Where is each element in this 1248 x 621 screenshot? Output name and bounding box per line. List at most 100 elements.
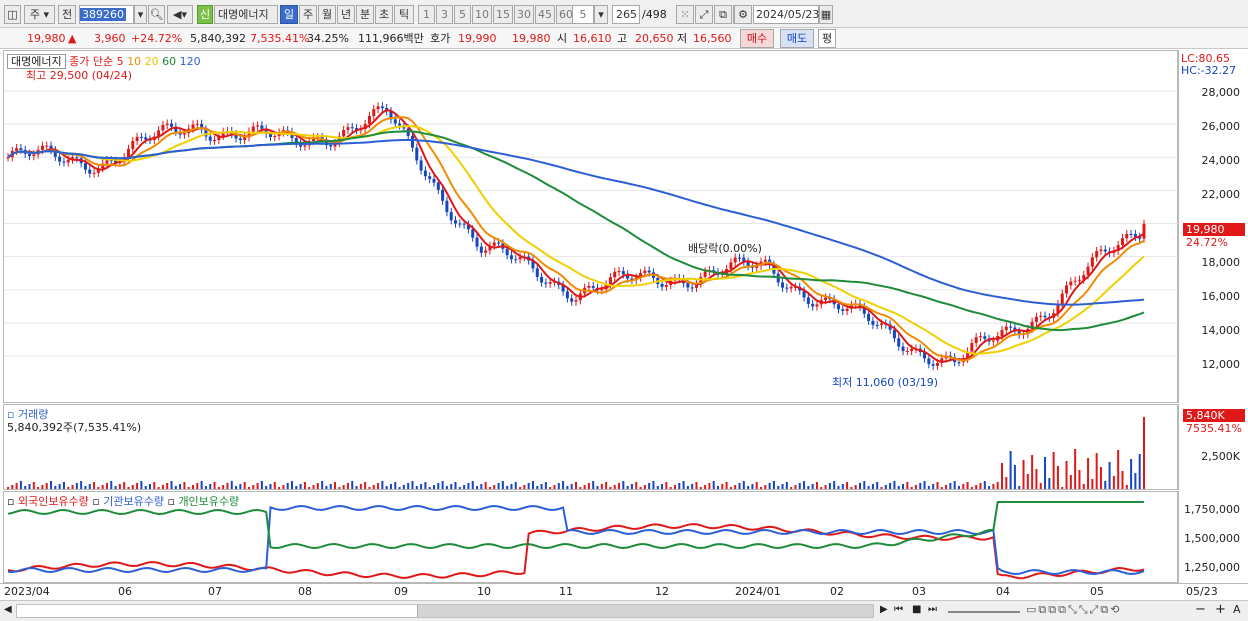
candle-body xyxy=(445,200,449,213)
volume-bar xyxy=(213,482,216,489)
volume-bar xyxy=(278,487,281,489)
volume-bar xyxy=(760,487,763,489)
candle-body xyxy=(393,119,397,124)
interval-1[interactable]: 1 xyxy=(418,5,435,24)
period-day[interactable]: 일 xyxy=(280,5,298,24)
candle-body xyxy=(733,257,737,263)
sell-button[interactable]: 매도 xyxy=(780,29,814,48)
interval-45[interactable]: 45 xyxy=(535,5,555,24)
count-total: /498 xyxy=(642,8,667,21)
speaker-icon[interactable]: ◀▾ xyxy=(167,5,193,24)
candle-body xyxy=(1099,249,1103,252)
candle-body xyxy=(208,136,212,141)
zoom-slider[interactable] xyxy=(948,611,1020,613)
holding-pane[interactable]: ▫ 외국인보유수량 ▫ 기관보유수량 ▫ 개인보유수량 xyxy=(3,491,1178,583)
volume-bar xyxy=(755,482,758,489)
interval-15[interactable]: 15 xyxy=(493,5,513,24)
candle-body xyxy=(165,123,169,125)
ma-120-label: 120 xyxy=(179,55,201,68)
market-select[interactable]: 주 ▾ xyxy=(24,5,55,24)
candle-body xyxy=(367,115,371,124)
calendar-icon[interactable]: ▦ xyxy=(819,5,833,24)
code-dropdown-icon[interactable]: ▾ xyxy=(134,5,147,24)
volume-bar xyxy=(1082,484,1085,489)
scrollbar-track[interactable] xyxy=(16,604,874,618)
first-page-icon[interactable]: ⏮ xyxy=(894,604,903,615)
candle-body xyxy=(785,287,789,289)
candle-body xyxy=(617,271,621,273)
price-y-label: 14,000 xyxy=(1201,324,1241,337)
scrollbar-thumb[interactable] xyxy=(417,605,873,617)
interval-10[interactable]: 10 xyxy=(472,5,492,24)
window-icon[interactable]: ◫ xyxy=(4,5,21,24)
search-icon[interactable]: 🔍︎ xyxy=(148,5,165,24)
price-y-label: 24,000 xyxy=(1201,154,1241,167)
period-year[interactable]: 년 xyxy=(337,5,355,24)
buy-button[interactable]: 매수 xyxy=(740,29,774,48)
period-second[interactable]: 초 xyxy=(375,5,393,24)
eval-button[interactable]: 평 xyxy=(818,29,836,48)
date-label: 04 xyxy=(996,585,1010,598)
interval-dropdown-icon[interactable]: ▾ xyxy=(594,5,608,24)
date-label: 2023/04 xyxy=(4,585,50,598)
candle-body xyxy=(380,106,384,109)
volume-bar xyxy=(953,481,956,489)
layout-icons[interactable]: ▭⧉⧉⧉⤡⤡⤢⧉⟲ xyxy=(1026,603,1121,617)
code-input[interactable]: 389260 xyxy=(79,5,134,24)
candle-body xyxy=(32,154,36,157)
candle-body xyxy=(62,161,66,163)
volume-bar xyxy=(28,484,31,489)
volume-bar xyxy=(536,486,539,489)
volume-bar xyxy=(923,481,926,489)
candle-body xyxy=(806,297,810,304)
interval-30[interactable]: 30 xyxy=(514,5,534,24)
crosshair-icon[interactable]: ⤢ xyxy=(695,5,713,24)
candle-body xyxy=(415,147,419,161)
period-month[interactable]: 월 xyxy=(318,5,336,24)
institution-legend: 기관보유수량 xyxy=(103,495,164,508)
volume-bar xyxy=(19,481,22,489)
period-tick[interactable]: 틱 xyxy=(394,5,414,24)
volume-bar xyxy=(488,487,491,489)
type-select[interactable]: 전 xyxy=(58,5,76,24)
market-label: 주 xyxy=(29,8,41,21)
date-input[interactable]: 2024/05/23 xyxy=(753,5,819,24)
scroll-right-icon[interactable]: ▶ xyxy=(880,604,888,615)
interval-5[interactable]: 5 xyxy=(454,5,471,24)
price-chart-pane[interactable]: 대명에너지 종가 단순 5 10 20 60 120 최고 29,500 (04… xyxy=(3,50,1179,403)
candle-body xyxy=(1129,233,1133,235)
gear-icon[interactable]: ⚙ xyxy=(734,5,752,24)
zoom-in-icon[interactable]: + xyxy=(1215,602,1226,617)
font-size-icon[interactable]: A xyxy=(1233,603,1241,616)
code-value: 389260 xyxy=(80,8,126,21)
candle-body xyxy=(613,271,617,278)
grid-icon[interactable]: ⁙ xyxy=(676,5,694,24)
volume-bar xyxy=(854,485,857,489)
candle-body xyxy=(587,286,591,288)
count-input[interactable]: 265 xyxy=(612,5,640,24)
volume-bar xyxy=(1138,454,1141,489)
interval-input[interactable]: 5 xyxy=(572,5,594,24)
last-page-icon[interactable]: ⏭ xyxy=(928,604,937,615)
volume-bar xyxy=(359,484,362,489)
scroll-left-icon[interactable]: ◀ xyxy=(4,604,12,615)
date-label: 12 xyxy=(655,585,669,598)
candle-body xyxy=(1125,233,1129,239)
compare-icon[interactable]: ⧉ xyxy=(714,5,732,24)
candle-body xyxy=(991,340,995,342)
interval-3[interactable]: 3 xyxy=(436,5,453,24)
volume-bar xyxy=(45,483,48,489)
period-week[interactable]: 주 xyxy=(299,5,317,24)
volume-bar xyxy=(265,486,268,489)
volume-bar xyxy=(815,482,818,489)
ma-20-line xyxy=(7,125,1145,355)
period-minute[interactable]: 분 xyxy=(356,5,374,24)
stop-icon[interactable]: ■ xyxy=(912,604,921,615)
price-y-label: 16,000 xyxy=(1201,290,1241,303)
volume-pane[interactable]: ▫ 거래량 5,840,392주(7,535.41%) xyxy=(3,404,1178,490)
volume-bar xyxy=(131,485,134,489)
candle-body xyxy=(372,109,376,116)
volume-bar xyxy=(527,483,530,489)
candle-body xyxy=(428,176,432,180)
zoom-out-icon[interactable]: − xyxy=(1195,602,1206,617)
